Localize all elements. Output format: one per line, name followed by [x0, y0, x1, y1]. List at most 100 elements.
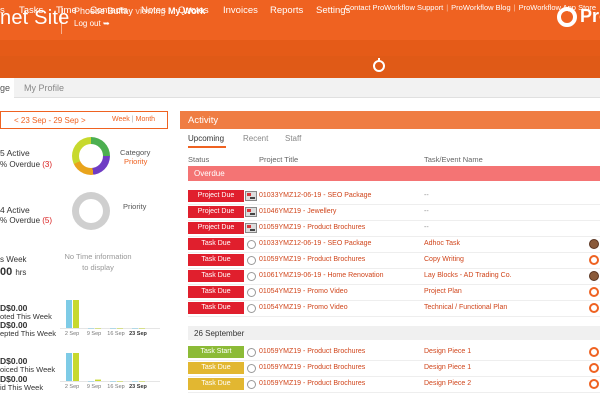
chart-bar[interactable] [110, 328, 116, 329]
task-name-link[interactable]: Design Piece 1 [424, 364, 471, 371]
nav-item-reports[interactable]: Reports [270, 5, 303, 16]
row-divider [188, 392, 600, 393]
support-link-contact[interactable]: Contact ProWorkflow Support [345, 3, 444, 12]
project-title-link[interactable]: 01054YMZ19 - Promo Video [259, 288, 348, 295]
chart-bar[interactable] [117, 328, 123, 329]
month-toggle[interactable]: Month [136, 116, 155, 123]
accepted-label: epted This Week [0, 329, 57, 338]
nav-item-projects[interactable]: s [0, 5, 5, 16]
chart-tick-label: 16 Sep [107, 331, 124, 337]
task-circle-icon[interactable] [247, 271, 256, 281]
nav-item-quotes[interactable]: Quotes [178, 5, 209, 16]
row-divider [188, 252, 600, 253]
project-title-link[interactable]: 01033YMZ12-06-19 - SEO Package [259, 240, 371, 247]
logout-link[interactable]: Log out ➥ [74, 19, 110, 28]
column-header-task-event: Task/Event Name [424, 155, 483, 164]
task-name-link[interactable]: Lay Blocks - AD Trading Co. [424, 272, 512, 279]
status-badge: Project Due [188, 222, 244, 234]
project-title-link[interactable]: 01059YMZ19 - Product Brochures [259, 380, 365, 387]
task-name-link[interactable]: Design Piece 1 [424, 348, 471, 355]
staff-gear-icon[interactable] [589, 363, 599, 373]
chart-bar[interactable] [66, 353, 72, 381]
tasks-active-count[interactable]: 4 Active [0, 205, 30, 215]
task-name-link[interactable]: Adhoc Task [424, 240, 460, 247]
status-badge: Task Due [188, 378, 244, 390]
chart-bar[interactable] [117, 381, 123, 382]
timer-icon[interactable] [373, 58, 385, 72]
tasks-overdue[interactable]: % Overdue (5) [0, 216, 52, 225]
chart-tick-label: 23 Sep [129, 331, 147, 337]
task-name-link[interactable]: Copy Writing [424, 256, 464, 263]
chart-bar[interactable] [95, 328, 101, 329]
task-circle-icon[interactable] [247, 347, 256, 357]
task-circle-icon[interactable] [247, 287, 256, 297]
quoted-accepted-chart[interactable]: 2 Sep 9 Sep 16 Sep 23 Sep [60, 290, 160, 340]
project-icon[interactable] [245, 223, 257, 233]
tasks-donut-chart[interactable] [72, 192, 110, 230]
tab-upcoming[interactable]: Upcoming [188, 134, 224, 143]
tab-staff[interactable]: Staff [285, 134, 301, 143]
project-title-link[interactable]: 01059YMZ19 - Product Brochures [259, 224, 365, 231]
staff-gear-icon[interactable] [589, 255, 599, 265]
chart-bar[interactable] [139, 328, 145, 329]
nav-item-settings[interactable]: Settings [316, 5, 350, 16]
project-title-link[interactable]: 01061YMZ19-06-19 - Home Renovation [259, 272, 384, 279]
staff-avatar[interactable] [589, 239, 599, 249]
staff-gear-icon[interactable] [589, 379, 599, 389]
task-circle-icon[interactable] [247, 379, 256, 389]
sub-tabs [0, 78, 600, 98]
chart-bar[interactable] [73, 353, 79, 381]
logout-label[interactable]: Log out [74, 19, 101, 28]
nav-item-contacts[interactable]: Contacts [90, 5, 128, 16]
task-circle-icon[interactable] [247, 255, 256, 265]
project-icon[interactable] [245, 207, 257, 217]
paid-label: id This Week [0, 383, 44, 392]
chart-bar[interactable] [132, 328, 138, 329]
tab-my-profile[interactable]: My Profile [24, 83, 64, 93]
nav-item-tasks[interactable]: Tasks [19, 5, 43, 16]
project-icon[interactable] [245, 191, 257, 201]
projects-active-count[interactable]: 5 Active [0, 148, 30, 158]
chart-bar[interactable] [88, 328, 94, 329]
staff-gear-icon[interactable] [589, 347, 599, 357]
tab-recent[interactable]: Recent [243, 134, 268, 143]
project-title-link[interactable]: 01054YMZ19 - Promo Video [259, 304, 348, 311]
support-link-appstore[interactable]: ProWorkflow App Store [519, 3, 596, 12]
chart-bar[interactable] [139, 381, 145, 382]
support-link-blog[interactable]: ProWorkflow Blog [451, 3, 510, 12]
chart-bar[interactable] [95, 379, 101, 381]
task-name-link[interactable]: Project Plan [424, 288, 462, 295]
task-name-link[interactable]: Technical / Functional Plan [424, 304, 507, 311]
project-title-link[interactable]: 01046YMZ19 - Jewellery [259, 208, 336, 215]
project-title-link[interactable]: 01059YMZ19 - Product Brochures [259, 348, 365, 355]
overdue-count: (3) [42, 160, 53, 169]
no-time-message: No Time information to display [64, 252, 132, 272]
chart-bar[interactable] [110, 381, 116, 382]
nav-item-time[interactable]: Time [56, 5, 77, 16]
invoiced-paid-chart[interactable]: 2 Sep 9 Sep 16 Sep 23 Sep [60, 343, 160, 393]
staff-gear-icon[interactable] [589, 287, 599, 297]
nav-item-notes[interactable]: Notes [141, 5, 166, 16]
projects-donut-chart[interactable] [72, 137, 110, 175]
chart-bar[interactable] [132, 381, 138, 382]
project-title-link[interactable]: 01059YMZ19 - Product Brochures [259, 256, 365, 263]
task-circle-icon[interactable] [247, 363, 256, 373]
tab-home-page[interactable]: ge [0, 83, 10, 93]
task-name-link[interactable]: Design Piece 2 [424, 380, 471, 387]
task-circle-icon[interactable] [247, 239, 256, 249]
staff-gear-icon[interactable] [589, 303, 599, 313]
date-range-picker[interactable]: < 23 Sep - 29 Sep > [14, 116, 86, 125]
project-title-link[interactable]: 01059YMZ19 - Product Brochures [259, 364, 365, 371]
task-name-link: -- [424, 224, 429, 231]
chart-bar[interactable] [73, 300, 79, 328]
chart-bar[interactable] [66, 300, 72, 328]
project-title-link[interactable]: 01033YMZ12-06-19 - SEO Package [259, 192, 371, 199]
week-toggle[interactable]: Week [112, 116, 130, 123]
task-circle-icon[interactable] [247, 303, 256, 313]
nav-item-invoices[interactable]: Invoices [223, 5, 258, 16]
chart-bar[interactable] [88, 381, 94, 382]
staff-avatar[interactable] [589, 271, 599, 281]
projects-overdue[interactable]: % Overdue (3) [0, 160, 52, 169]
donut-label-priority[interactable]: Priority [124, 157, 147, 166]
logout-icon[interactable]: ➥ [103, 19, 110, 28]
